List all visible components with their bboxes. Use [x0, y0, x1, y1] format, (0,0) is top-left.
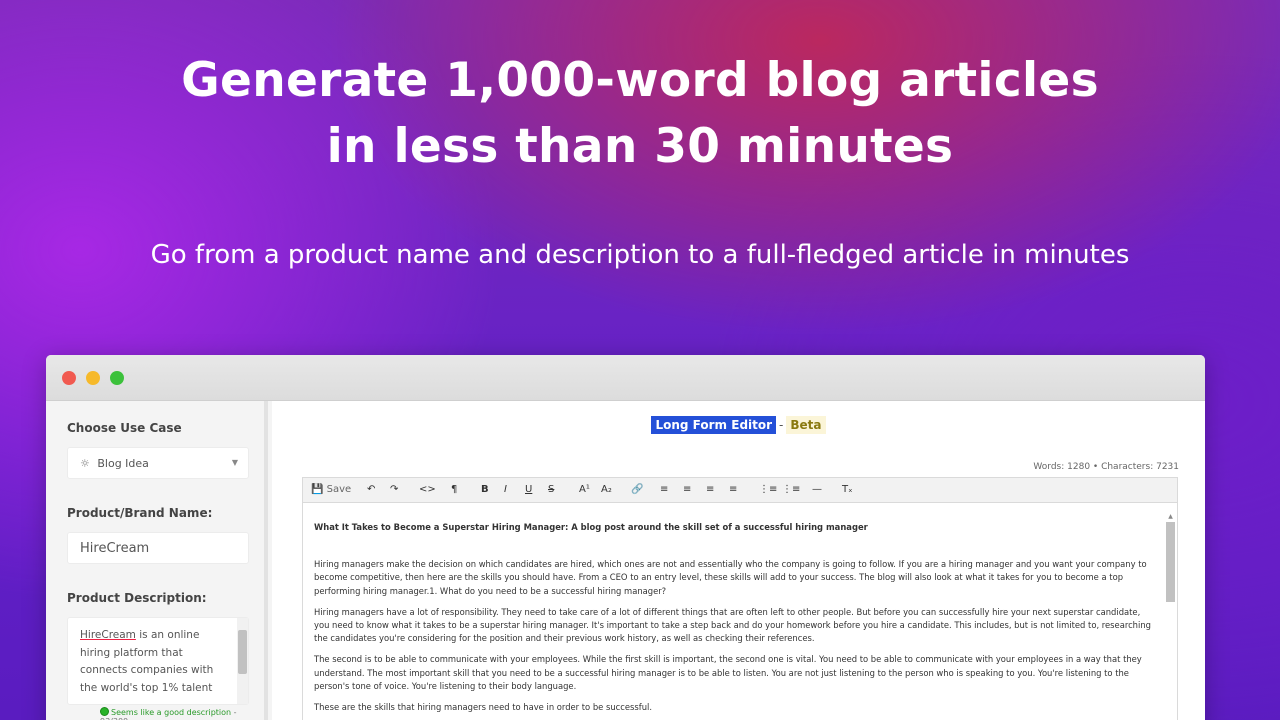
clear-format-icon[interactable]: Tₓ [842, 484, 853, 495]
floppy-disk-icon: 💾 [311, 484, 324, 495]
bullet-list-icon[interactable]: ⋮≡ [759, 484, 777, 495]
hero-title-line-1: Generate 1,000-word blog articles [181, 53, 1099, 108]
hero-title: Generate 1,000-word blog articles in les… [0, 48, 1280, 180]
underline-icon[interactable]: U [525, 484, 532, 495]
superscript-icon[interactable]: A¹ [579, 484, 590, 495]
use-case-select[interactable]: ☼ Blog Idea ▼ [67, 447, 249, 479]
maximize-window-button[interactable] [110, 371, 124, 385]
numbered-list-icon[interactable]: ⋮≡ [782, 484, 800, 495]
word-char-counts: Words: 1280 • Characters: 7231 [1033, 462, 1179, 472]
window-titlebar [46, 355, 1205, 401]
undo-icon[interactable]: ↶ [367, 484, 375, 495]
subscript-icon[interactable]: A₂ [601, 484, 612, 495]
document-paragraph: These are the skills that hiring manager… [314, 702, 652, 713]
use-case-value: Blog Idea [97, 457, 149, 470]
paragraph-icon[interactable]: ¶ [451, 484, 457, 495]
product-description-label: Product Description: [67, 591, 207, 605]
title-separator: - [779, 418, 784, 432]
beta-badge: Beta [786, 416, 826, 434]
strikethrough-icon[interactable]: S [548, 484, 554, 495]
sidebar: Choose Use Case ☼ Blog Idea ▼ Product/Br… [46, 401, 268, 720]
document-heading: What It Takes to Become a Superstar Hiri… [314, 522, 868, 532]
horizontal-rule-icon[interactable]: — [812, 484, 822, 495]
hint-text: Seems like a good description [111, 708, 232, 717]
app-window: Choose Use Case ☼ Blog Idea ▼ Product/Br… [46, 355, 1205, 720]
check-circle-icon [100, 707, 109, 716]
italic-icon[interactable]: I [504, 484, 507, 495]
document-paragraph: Hiring managers make the decision on whi… [314, 559, 1147, 596]
bold-icon[interactable]: B [481, 484, 489, 495]
lightbulb-icon: ☼ [80, 457, 90, 470]
source-code-icon[interactable]: <> [419, 484, 436, 495]
hero-subtitle: Go from a product name and description t… [150, 240, 1130, 270]
align-left-icon[interactable]: ≡ [660, 484, 668, 495]
editor-panel: Long Form Editor - Beta Words: 1280 • Char… [272, 401, 1205, 720]
editor-toolbar: 💾 Save ↶ ↷ <> ¶ B I U S A¹ A₂ 🔗 ≡ ≡ ≡ ≡ … [302, 477, 1178, 503]
document-paragraph: Hiring managers have a lot of responsibi… [314, 606, 1151, 644]
save-label: Save [326, 484, 352, 495]
editor-title: Long Form Editor - Beta [272, 416, 1205, 434]
chevron-down-icon: ▼ [231, 458, 238, 467]
editor-content[interactable]: What It Takes to Become a Superstar Hiri… [302, 503, 1178, 720]
product-name-input[interactable]: HireCream [67, 532, 249, 564]
description-scroll-thumb[interactable] [238, 630, 247, 674]
document-paragraph: The second is to be able to communicate … [314, 654, 1142, 691]
document: What It Takes to Become a Superstar Hiri… [314, 521, 1156, 720]
minimize-window-button[interactable] [86, 371, 100, 385]
align-justify-icon[interactable]: ≡ [729, 484, 737, 495]
align-center-icon[interactable]: ≡ [683, 484, 691, 495]
close-window-button[interactable] [62, 371, 76, 385]
product-name-label: Product/Brand Name: [67, 506, 213, 520]
hero-title-line-2: in less than 30 minutes [326, 119, 954, 174]
description-scrollbar[interactable] [237, 618, 248, 704]
product-description-textarea[interactable]: HireCream is an online hiring platform t… [67, 617, 249, 705]
description-hint: Seems like a good description - 93/300 [100, 707, 264, 720]
scroll-up-icon[interactable]: ▲ [1166, 513, 1175, 520]
save-button[interactable]: 💾 Save [311, 484, 351, 495]
description-brand-word: HireCream [80, 629, 136, 641]
redo-icon[interactable]: ↷ [390, 484, 398, 495]
long-form-editor-badge: Long Form Editor [651, 416, 777, 434]
link-icon[interactable]: 🔗 [631, 484, 643, 495]
use-case-label: Choose Use Case [67, 421, 182, 435]
editor-scrollbar[interactable]: ▲ [1166, 513, 1175, 720]
align-right-icon[interactable]: ≡ [706, 484, 714, 495]
editor-scroll-thumb[interactable] [1166, 522, 1175, 602]
